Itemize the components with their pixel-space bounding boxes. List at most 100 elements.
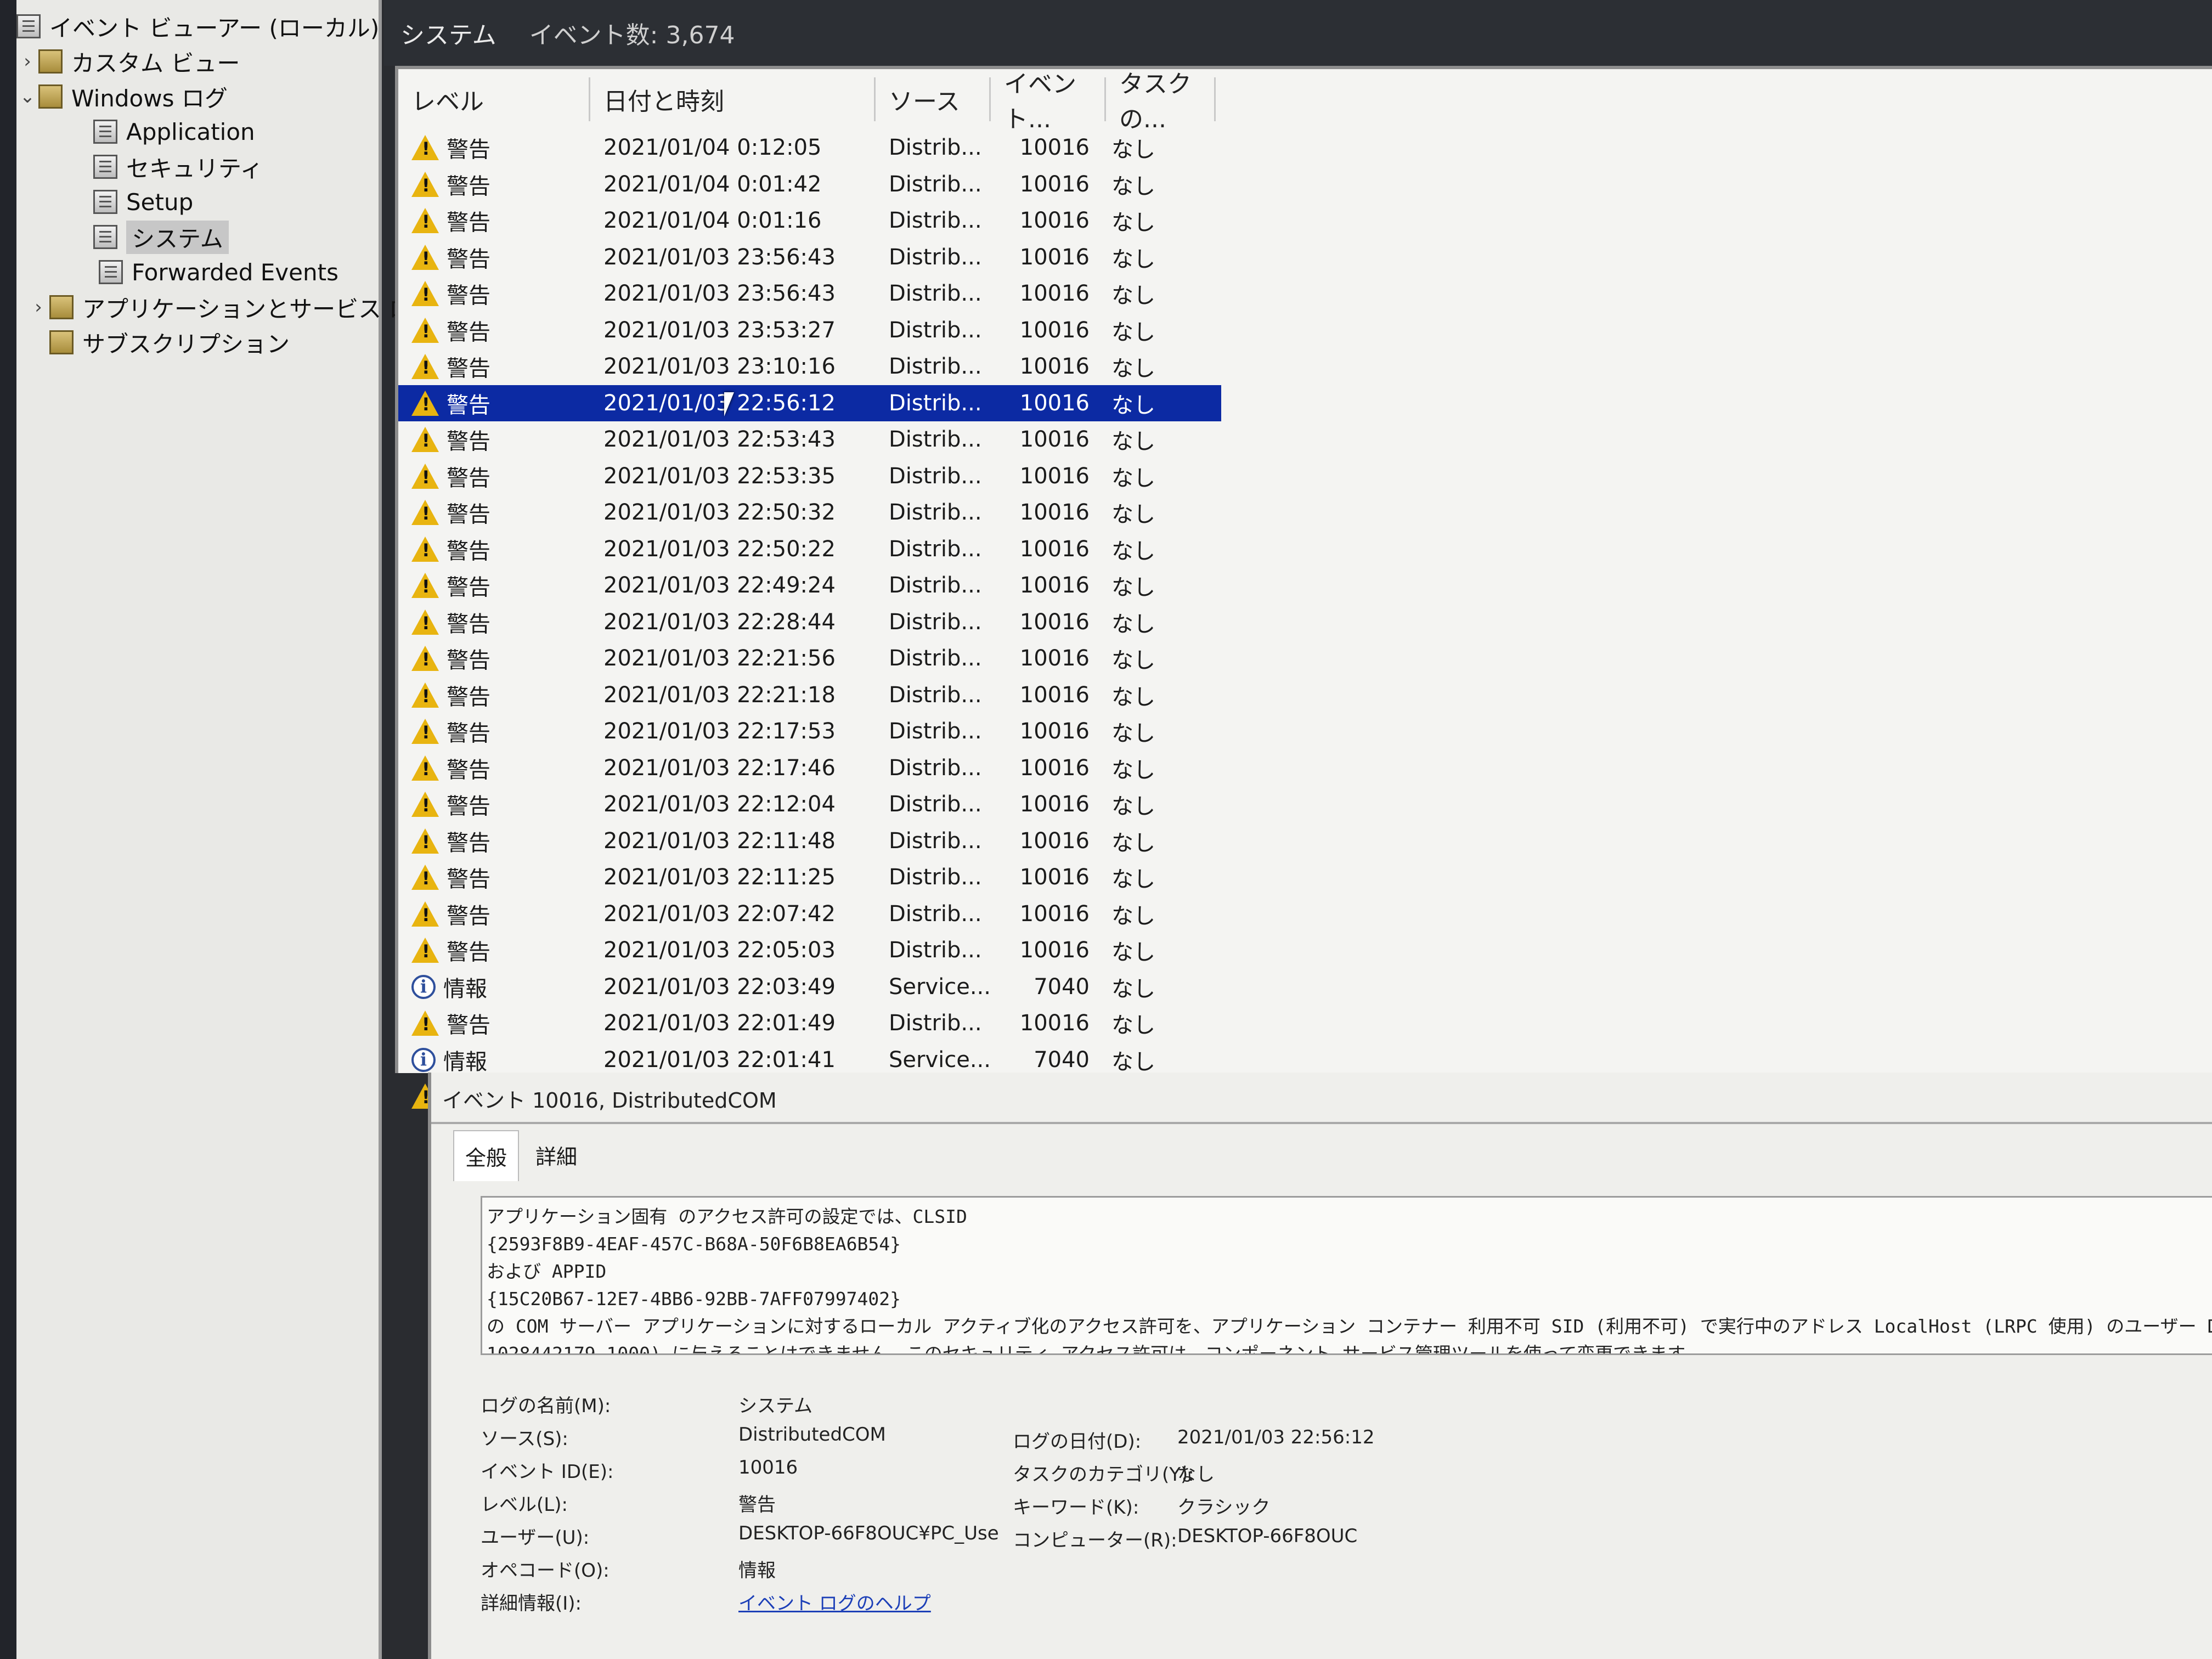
chevron-down-icon[interactable]: ⌄ xyxy=(16,86,38,108)
value-keywords: クラシック xyxy=(1177,1497,1271,1519)
cell-date: 2021/01/04 0:12:05 xyxy=(603,135,822,161)
label-event-id: イベント ID(E): xyxy=(481,1461,614,1483)
table-row[interactable]: 警告 2021/01/03 22:49:24 Distrib... 10016 なし xyxy=(398,567,1221,604)
level-text: 警告 xyxy=(447,611,490,637)
tree-item-custom-views[interactable]: › カスタム ビュー xyxy=(16,45,240,78)
cell-level: 警告 xyxy=(398,205,590,236)
table-row[interactable]: 警告 2021/01/04 0:01:16 Distrib... 10016 なし xyxy=(398,202,1221,239)
cell-event-id: 10016 xyxy=(1019,792,1090,817)
cell-level: 警告 xyxy=(398,788,590,820)
level-text: 警告 xyxy=(447,867,490,893)
table-row[interactable]: 警告 2021/01/03 22:53:43 Distrib... 10016 なし xyxy=(398,421,1221,458)
cell-event-id: 10016 xyxy=(1019,609,1090,635)
table-row[interactable]: 警告 2021/01/03 23:56:43 Distrib... 10016 なし xyxy=(398,275,1221,312)
level-text: 警告 xyxy=(447,502,490,528)
tree-item-system[interactable]: システム xyxy=(93,220,229,254)
cell-date: 2021/01/03 22:17:46 xyxy=(603,755,836,781)
table-row[interactable]: 警告 2021/01/03 22:28:44 Distrib... 10016 なし xyxy=(398,604,1221,641)
column-header-source[interactable]: ソース xyxy=(876,77,991,121)
table-row[interactable]: 警告 2021/01/03 22:50:22 Distrib... 10016 なし xyxy=(398,531,1221,568)
column-header-level[interactable]: レベル xyxy=(398,77,590,121)
log-icon xyxy=(99,260,123,284)
cell-source: Distrib... xyxy=(889,463,982,489)
table-row[interactable]: 警告 2021/01/03 22:11:48 Distrib... 10016 なし xyxy=(398,823,1221,860)
cell-level: 警告 xyxy=(398,752,590,784)
cell-source: Distrib... xyxy=(889,208,982,234)
chevron-right-icon[interactable]: › xyxy=(27,296,49,318)
cell-source: Distrib... xyxy=(889,682,982,708)
info-icon xyxy=(411,1047,436,1072)
cell-level: 警告 xyxy=(398,533,590,565)
cell-task: なし xyxy=(1111,794,1155,820)
table-row[interactable]: 警告2021/01/03 22:56:12Distrib...10016なし xyxy=(398,385,1221,421)
chevron-right-icon[interactable]: › xyxy=(16,50,38,72)
cell-date: 2021/01/03 22:12:04 xyxy=(603,792,836,817)
cell-date: 2021/01/03 22:05:03 xyxy=(603,938,836,963)
table-row[interactable]: 警告 2021/01/03 22:17:46 Distrib... 10016 なし xyxy=(398,750,1221,787)
tab-general[interactable]: 全般 xyxy=(453,1130,520,1181)
cell-level: 警告 xyxy=(398,424,590,455)
cell-source: Distrib... xyxy=(889,135,982,161)
event-message[interactable]: アプリケーション固有 のアクセス許可の設定では、CLSID {2593F8B9-… xyxy=(481,1196,2212,1355)
cell-source: Distrib... xyxy=(889,500,982,526)
cell-task: なし xyxy=(1111,1013,1155,1039)
tree-item-app-service-logs[interactable]: › アプリケーションとサービス ログ xyxy=(27,291,435,324)
cell-level: 警告 xyxy=(398,569,590,601)
folder-icon xyxy=(38,84,63,109)
table-row[interactable]: 警告 2021/01/03 22:12:04 Distrib... 10016 なし xyxy=(398,786,1221,823)
label-level: レベル(L): xyxy=(481,1494,568,1516)
table-row[interactable]: 警告 2021/01/03 23:10:16 Distrib... 10016 なし xyxy=(398,348,1221,385)
tree-item-subscriptions[interactable]: サブスクリプション xyxy=(49,326,290,359)
level-text: 警告 xyxy=(447,283,490,309)
label-log-name: ログの名前(M): xyxy=(481,1395,611,1417)
table-row[interactable]: 警告 2021/01/04 0:01:42 Distrib... 10016 なし xyxy=(398,166,1221,203)
tree-root[interactable]: イベント ビューアー (ローカル) xyxy=(16,10,379,43)
warning-icon xyxy=(411,317,439,343)
table-row[interactable]: 警告 2021/01/03 23:53:27 Distrib... 10016 なし xyxy=(398,312,1221,349)
level-text: 警告 xyxy=(447,757,490,783)
cell-event-id: 10016 xyxy=(1019,901,1090,927)
tree-item-label: セキュリティ xyxy=(126,155,263,182)
cell-task: なし xyxy=(1111,465,1155,491)
cell-level: 警告 xyxy=(398,496,590,528)
table-row[interactable]: 警告 2021/01/03 23:56:43 Distrib... 10016 なし xyxy=(398,239,1221,276)
mouse-cursor-icon xyxy=(724,392,734,416)
tab-details[interactable]: 詳細 xyxy=(524,1130,588,1181)
cell-task: なし xyxy=(1111,1049,1155,1075)
table-row[interactable]: 警告 2021/01/03 22:21:56 Distrib... 10016 なし xyxy=(398,640,1221,677)
table-row[interactable]: 警告 2021/01/03 22:50:32 Distrib... 10016 なし xyxy=(398,494,1221,531)
table-row[interactable]: 警告 2021/01/04 0:12:05 Distrib... 10016 なし xyxy=(398,129,1221,166)
level-text: 警告 xyxy=(447,648,490,674)
cell-date: 2021/01/03 22:17:53 xyxy=(603,719,836,744)
level-text: 警告 xyxy=(447,940,490,966)
cell-event-id: 10016 xyxy=(1019,1011,1090,1036)
cell-source: Distrib... xyxy=(889,901,982,927)
cell-task: なし xyxy=(1111,976,1155,1002)
tree-item-application[interactable]: Application xyxy=(93,115,255,148)
column-header-date[interactable]: 日付と時刻 xyxy=(590,77,876,121)
cell-task: なし xyxy=(1111,757,1155,783)
tree-item-forwarded-events[interactable]: Forwarded Events xyxy=(99,256,338,289)
table-row[interactable]: 警告 2021/01/03 22:01:49 Distrib... 10016 なし xyxy=(398,1005,1221,1042)
cell-source: Distrib... xyxy=(889,938,982,963)
tree-item-setup[interactable]: Setup xyxy=(93,185,193,218)
table-row[interactable]: 警告 2021/01/03 22:17:53 Distrib... 10016 なし xyxy=(398,713,1221,750)
event-log-help-link[interactable]: イベント ログのヘルプ xyxy=(738,1588,931,1615)
message-line: 1028442179-1000) に与えることはできません。このセキュリティ ア… xyxy=(487,1343,1702,1355)
cell-date: 2021/01/04 0:01:42 xyxy=(603,171,822,197)
table-row[interactable]: 警告 2021/01/03 22:07:42 Distrib... 10016 なし xyxy=(398,896,1221,933)
log-icon xyxy=(93,155,117,179)
column-header-task[interactable]: タスクの... xyxy=(1106,70,1216,133)
table-row[interactable]: 警告 2021/01/03 22:53:35 Distrib... 10016 なし xyxy=(398,458,1221,495)
table-row[interactable]: 警告 2021/01/03 22:05:03 Distrib... 10016 なし xyxy=(398,932,1221,969)
tree-item-windows-logs[interactable]: ⌄ Windows ログ xyxy=(16,80,228,113)
table-row[interactable]: 警告 2021/01/03 22:21:18 Distrib... 10016 なし xyxy=(398,677,1221,714)
column-header-event-id[interactable]: イベント... xyxy=(991,70,1106,133)
table-row[interactable]: 警告 2021/01/03 22:11:25 Distrib... 10016 なし xyxy=(398,859,1221,896)
cell-source: Distrib... xyxy=(889,609,982,635)
cell-event-id: 10016 xyxy=(1019,135,1090,161)
table-row[interactable]: 情報 2021/01/03 22:03:49 Service... 7040 なし xyxy=(398,969,1221,1006)
tree-item-security[interactable]: セキュリティ xyxy=(93,150,263,183)
cell-event-id: 10016 xyxy=(1019,281,1090,307)
warning-icon xyxy=(411,281,439,307)
